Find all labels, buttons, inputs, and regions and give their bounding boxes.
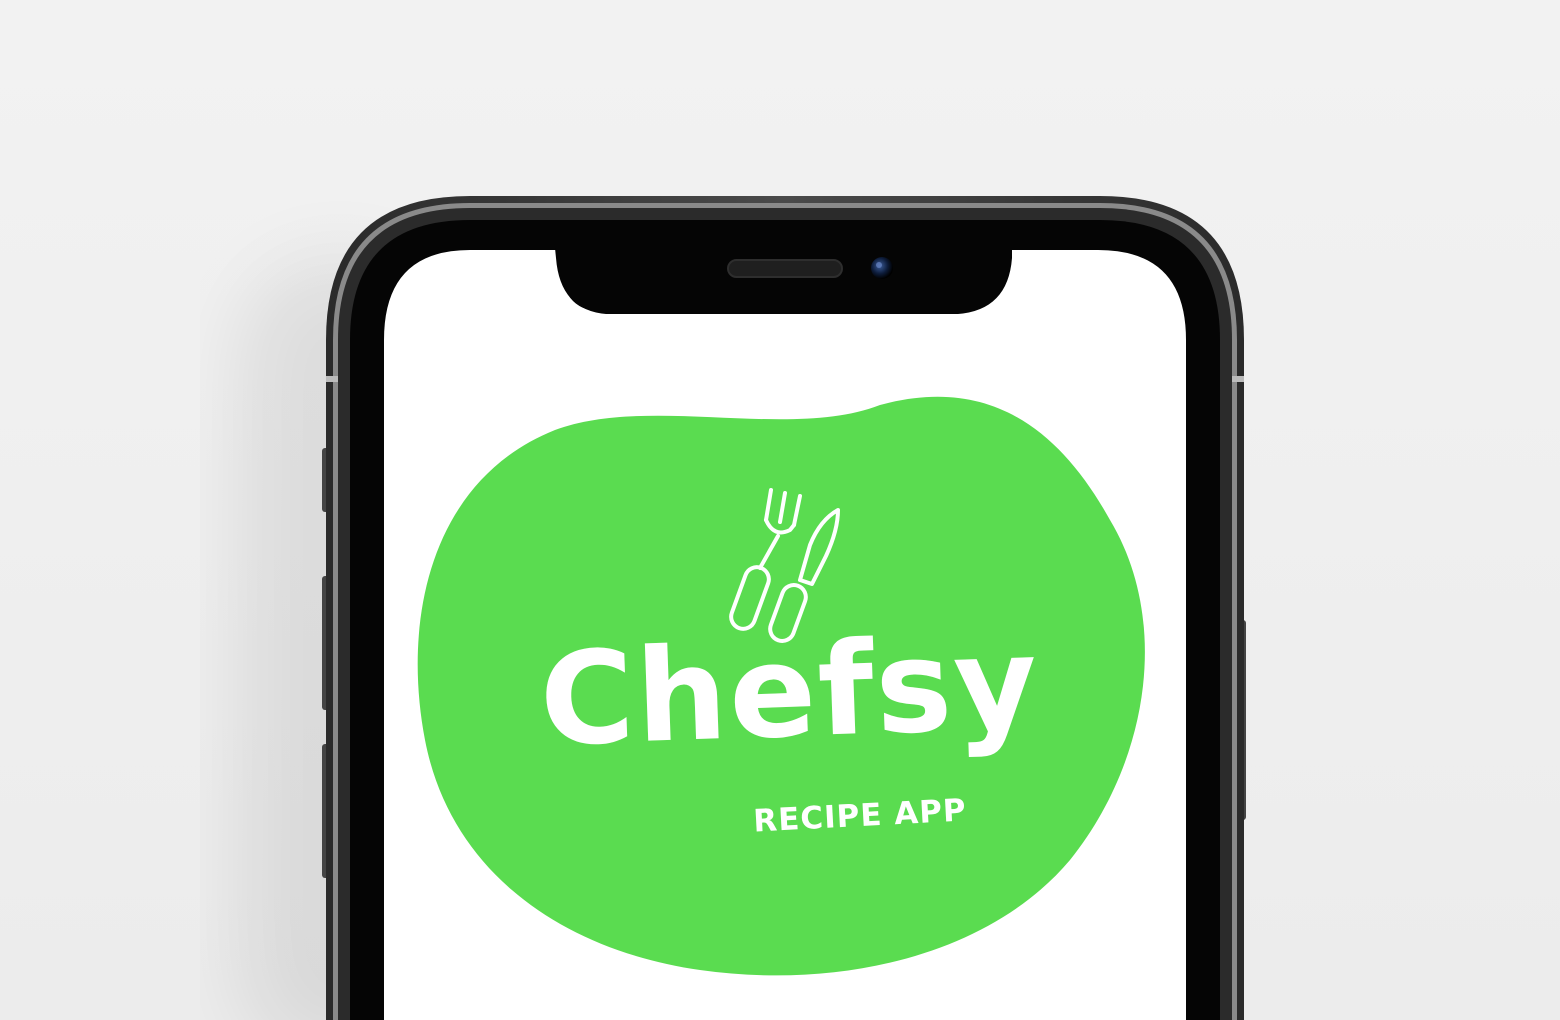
- mockup-scene: Chefsy RECIPE APP: [0, 0, 1560, 1020]
- earpiece-speaker-icon: [727, 259, 843, 278]
- phone-notch: [555, 248, 1012, 314]
- phone-mockup: [240, 196, 1246, 1020]
- app-wordmark: Chefsy: [537, 609, 1042, 776]
- front-camera-icon: [871, 257, 893, 279]
